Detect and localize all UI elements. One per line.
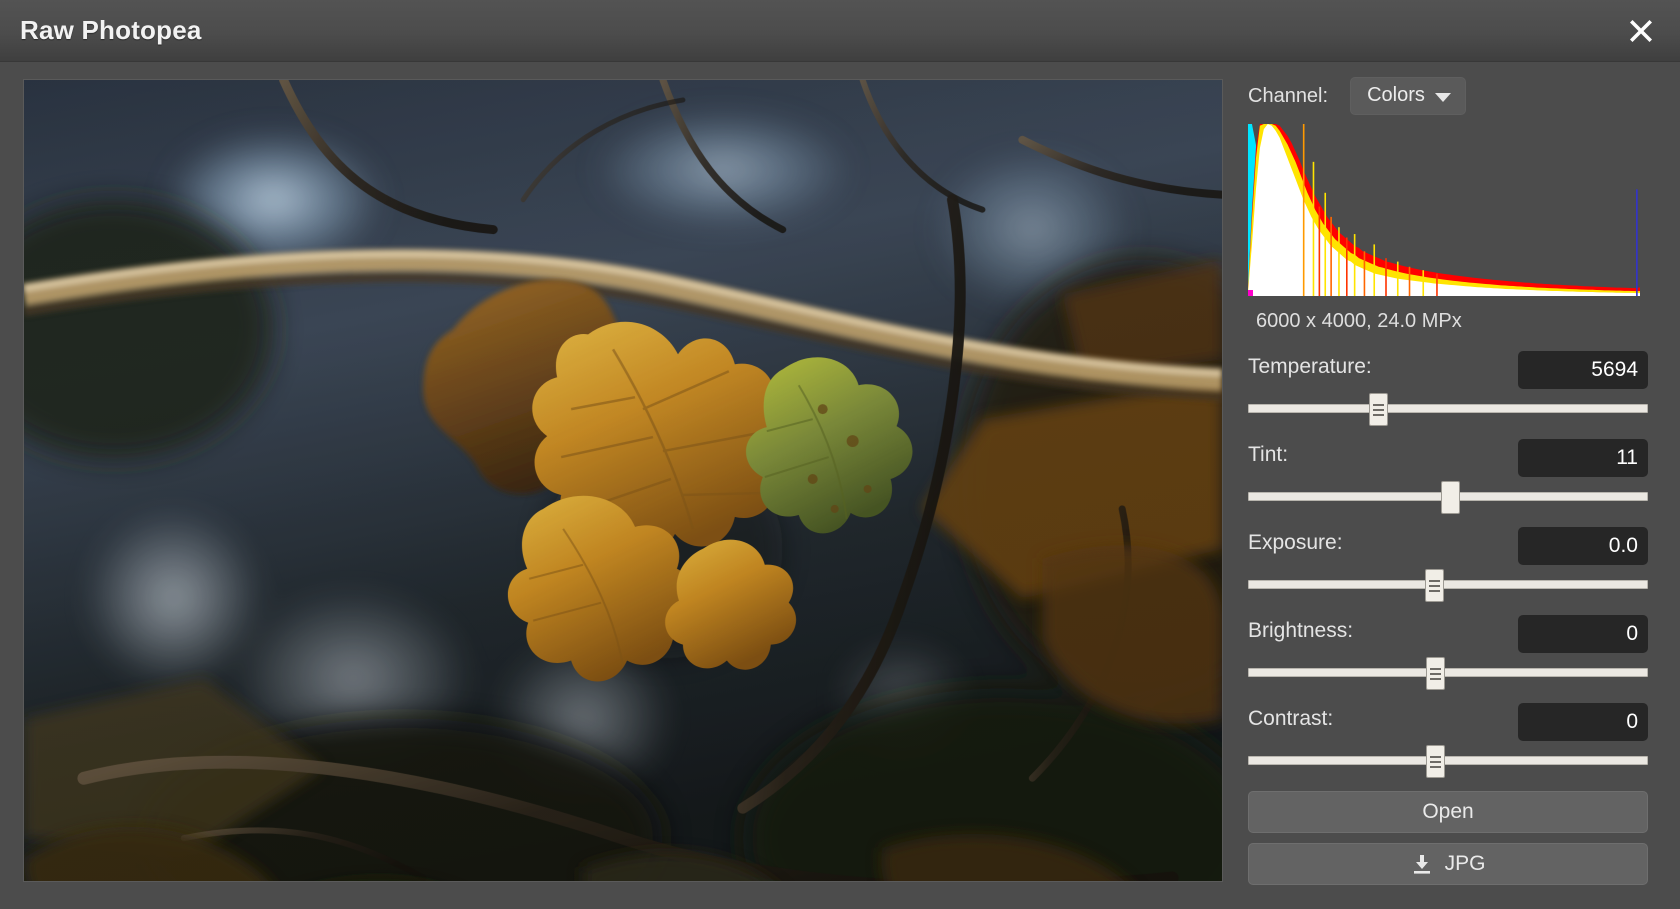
slider-label-temperature: Temperature: (1248, 355, 1372, 379)
slider-track-tint[interactable] (1248, 481, 1648, 511)
slider-header-tint: Tint: 11 (1248, 439, 1648, 479)
slider-rail-brightness (1248, 668, 1648, 677)
slider-value-exposure[interactable]: 0.0 (1518, 527, 1648, 565)
close-icon[interactable] (1618, 8, 1664, 54)
slider-header-temperature: Temperature: 5694 (1248, 351, 1648, 391)
chevron-down-icon (1435, 93, 1451, 102)
histogram-clip-marker (1248, 290, 1253, 296)
histogram-spike-7 (1354, 234, 1356, 296)
histogram-series-white (1248, 124, 1640, 296)
image-dimensions-label: 6000 x 4000, 24.0 MPx (1256, 310, 1648, 333)
slider-track-exposure[interactable] (1248, 569, 1648, 599)
slider-group-contrast: Contrast: 0 (1248, 703, 1648, 775)
histogram-spike-15 (1636, 189, 1638, 296)
channel-dropdown-value: Colors (1367, 84, 1425, 107)
histogram-canvas (1248, 124, 1640, 296)
adjustments-panel: Channel: Colors 6000 x 4000, 24.0 MPx Te… (1248, 76, 1648, 885)
image-preview[interactable] (23, 79, 1223, 882)
slider-value-contrast[interactable]: 0 (1518, 703, 1648, 741)
histogram-spike-13 (1422, 270, 1424, 296)
slider-header-contrast: Contrast: 0 (1248, 703, 1648, 743)
slider-group-tint: Tint: 11 (1248, 439, 1648, 511)
histogram-spike-5 (1338, 227, 1340, 296)
histogram-spike-11 (1397, 262, 1399, 296)
slider-group-brightness: Brightness: 0 (1248, 615, 1648, 687)
histogram-spike-0 (1303, 124, 1305, 296)
slider-list: Temperature: 5694 Tint: 11 Exposure: 0.0 Brigh… (1248, 351, 1648, 775)
slider-track-contrast[interactable] (1248, 745, 1648, 775)
histogram-spike-4 (1330, 217, 1332, 296)
window-titlebar: Raw Photopea (0, 0, 1680, 62)
histogram-spike-3 (1324, 193, 1326, 296)
histogram-spike-14 (1436, 274, 1438, 296)
histogram-spike-8 (1364, 251, 1366, 296)
slider-track-temperature[interactable] (1248, 393, 1648, 423)
slider-label-brightness: Brightness: (1248, 619, 1353, 643)
channel-dropdown[interactable]: Colors (1350, 77, 1466, 115)
histogram-spike-6 (1346, 238, 1348, 296)
channel-label: Channel: (1248, 85, 1328, 108)
preview-canvas (24, 80, 1222, 881)
slider-label-contrast: Contrast: (1248, 707, 1333, 731)
slider-handle-brightness[interactable] (1426, 657, 1445, 690)
download-icon (1411, 853, 1433, 875)
histogram-spike-9 (1373, 244, 1375, 296)
slider-handle-contrast[interactable] (1426, 745, 1445, 778)
histogram-spike-12 (1409, 267, 1411, 296)
histogram-spike-1 (1313, 162, 1315, 296)
slider-group-exposure: Exposure: 0.0 (1248, 527, 1648, 599)
slider-header-brightness: Brightness: 0 (1248, 615, 1648, 655)
slider-handle-tint[interactable] (1441, 481, 1460, 514)
slider-group-temperature: Temperature: 5694 (1248, 351, 1648, 423)
save-jpg-label: JPG (1445, 852, 1486, 876)
open-button-label: Open (1422, 800, 1473, 824)
slider-header-exposure: Exposure: 0.0 (1248, 527, 1648, 567)
slider-handle-exposure[interactable] (1425, 569, 1444, 602)
slider-rail-temperature (1248, 404, 1648, 413)
slider-label-exposure: Exposure: (1248, 531, 1343, 555)
histogram-spike-10 (1385, 258, 1387, 296)
open-button[interactable]: Open (1248, 791, 1648, 833)
save-jpg-button[interactable]: JPG (1248, 843, 1648, 885)
slider-handle-temperature[interactable] (1369, 393, 1388, 426)
slider-label-tint: Tint: (1248, 443, 1288, 467)
page-title: Raw Photopea (20, 0, 202, 60)
slider-value-tint[interactable]: 11 (1518, 439, 1648, 477)
slider-value-brightness[interactable]: 0 (1518, 615, 1648, 653)
slider-rail-exposure (1248, 580, 1648, 589)
slider-value-temperature[interactable]: 5694 (1518, 351, 1648, 389)
channel-row: Channel: Colors (1248, 76, 1648, 116)
slider-track-brightness[interactable] (1248, 657, 1648, 687)
slider-rail-contrast (1248, 756, 1648, 765)
histogram (1248, 124, 1640, 296)
histogram-spike-2 (1319, 207, 1321, 296)
raw-photopea-dialog: Raw Photopea (0, 0, 1680, 909)
